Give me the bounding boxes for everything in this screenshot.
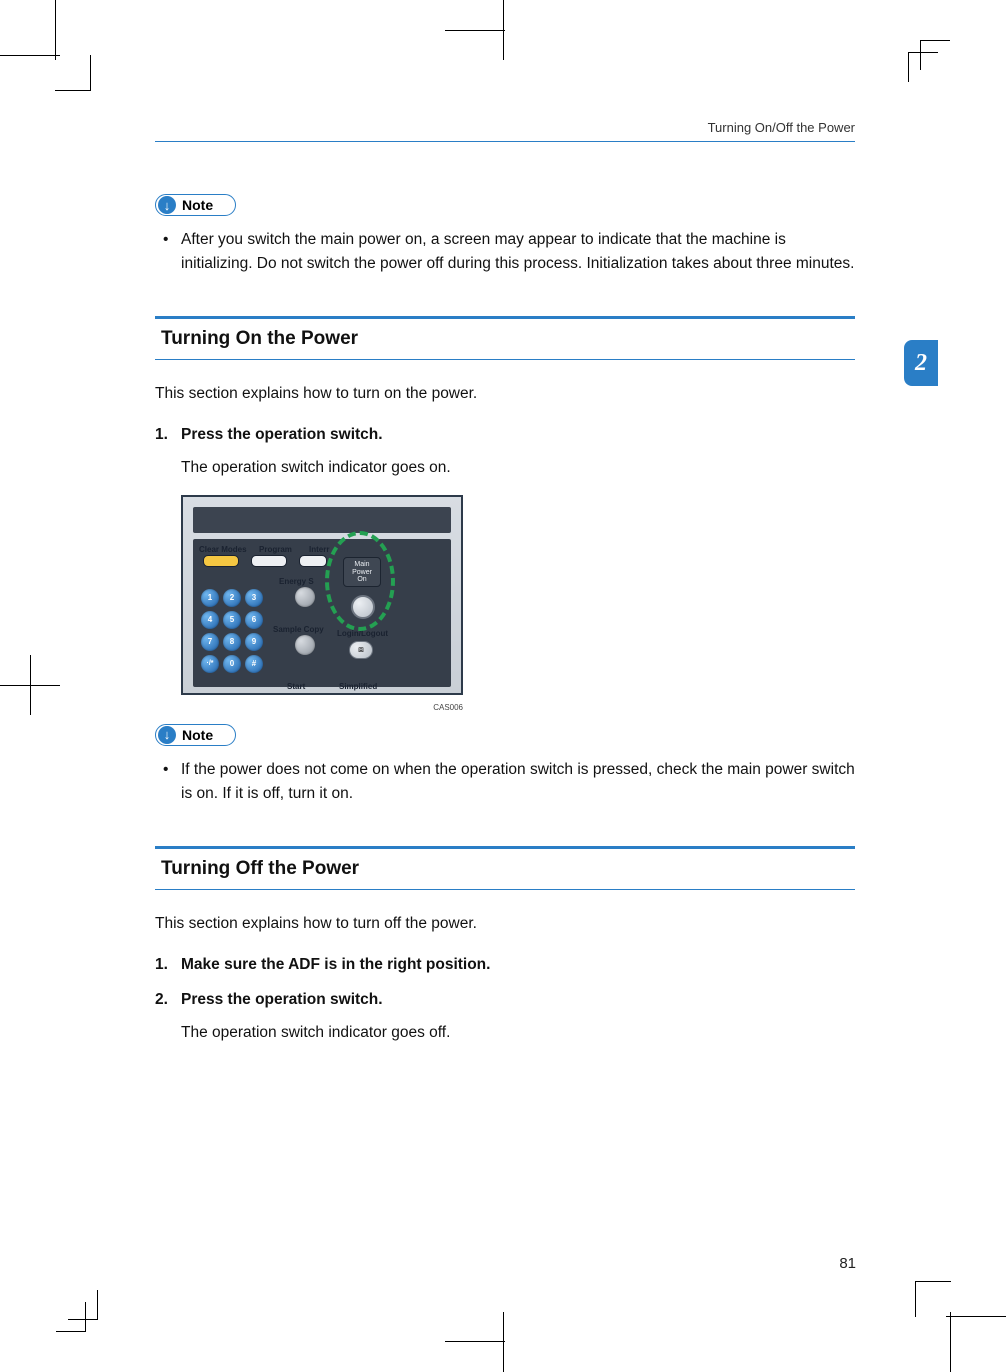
note-list: After you switch the main power on, a sc…	[155, 228, 855, 276]
section-heading-off: Turning Off the Power	[155, 846, 855, 890]
step-subtext: The operation switch indicator goes on.	[181, 456, 855, 481]
crop-mark	[0, 55, 60, 56]
panel-screen	[193, 507, 451, 533]
program-button	[251, 555, 287, 567]
section-intro: This section explains how to turn off th…	[155, 912, 855, 935]
crop-mark	[915, 1281, 951, 1317]
crop-mark	[445, 30, 505, 31]
steps-list: 1. Make sure the ADF is in the right pos…	[155, 953, 855, 1045]
keypad-hash: #	[245, 655, 263, 673]
keypad-7: 7	[201, 633, 219, 651]
step-subtext: The operation switch indicator goes off.	[181, 1021, 855, 1046]
note-list: If the power does not come on when the o…	[155, 758, 855, 806]
step-item: 1. Make sure the ADF is in the right pos…	[181, 953, 855, 978]
crop-mark	[950, 1312, 951, 1372]
keypad-4: 4	[201, 611, 219, 629]
note-arrow-icon: ↓	[158, 196, 176, 214]
page-number: 81	[839, 1255, 856, 1272]
label-start: Start	[287, 682, 305, 691]
crop-mark	[445, 1341, 505, 1342]
keypad-3: 3	[245, 589, 263, 607]
label-program: Program	[259, 545, 292, 554]
keypad-star: ·/*	[201, 655, 219, 673]
crop-mark	[503, 0, 504, 60]
step-item: 1. Press the operation switch. The opera…	[181, 423, 855, 481]
interrupt-button	[299, 555, 327, 567]
crop-mark	[55, 0, 56, 60]
keypad-2: 2	[223, 589, 241, 607]
crop-mark	[908, 52, 938, 82]
note-label: Note	[182, 727, 213, 743]
clear-modes-button	[203, 555, 239, 567]
keypad-6: 6	[245, 611, 263, 629]
crop-mark	[503, 1312, 504, 1372]
note-badge: ↓ Note	[155, 724, 236, 746]
crop-mark	[55, 55, 91, 91]
section-intro: This section explains how to turn on the…	[155, 382, 855, 405]
steps-list: 1. Press the operation switch. The opera…	[155, 423, 855, 481]
highlight-oval-icon	[325, 531, 395, 631]
header-rule	[155, 141, 855, 142]
sample-copy-button	[295, 635, 315, 655]
crop-mark	[946, 1316, 1006, 1317]
note-item: If the power does not come on when the o…	[181, 758, 855, 806]
step-number: 1.	[155, 953, 168, 978]
running-head: Turning On/Off the Power	[155, 120, 855, 135]
step-number: 2.	[155, 988, 168, 1013]
chapter-tab: 2	[904, 340, 938, 386]
label-simplified: Simplified	[339, 682, 377, 691]
note-arrow-icon: ↓	[158, 726, 176, 744]
step-number: 1.	[155, 423, 168, 448]
label-clear-modes: Clear Modes	[199, 545, 247, 554]
step-text: Press the operation switch.	[181, 991, 383, 1008]
label-sample-copy: Sample Copy	[273, 625, 324, 634]
note-badge: ↓ Note	[155, 194, 236, 216]
step-text: Press the operation switch.	[181, 426, 383, 443]
keypad-0: 0	[223, 655, 241, 673]
energy-saver-button	[295, 587, 315, 607]
note-item: After you switch the main power on, a sc…	[181, 228, 855, 276]
keypad-1: 1	[201, 589, 219, 607]
step-text: Make sure the ADF is in the right positi…	[181, 956, 490, 973]
step-item: 2. Press the operation switch. The opera…	[181, 988, 855, 1046]
note-label: Note	[182, 197, 213, 213]
crop-mark	[68, 1290, 98, 1320]
section-heading-on: Turning On the Power	[155, 316, 855, 360]
keypad-8: 8	[223, 633, 241, 651]
label-energy: Energy S	[279, 577, 314, 586]
control-panel-figure: Clear Modes Program Interr Energy S 1 2 …	[181, 495, 463, 695]
label-interrupt: Interr	[309, 545, 329, 554]
crop-mark	[30, 655, 31, 715]
login-logout-button: ⧈	[349, 641, 373, 659]
keypad-5: 5	[223, 611, 241, 629]
keypad-9: 9	[245, 633, 263, 651]
figure-code: CAS006	[181, 703, 463, 712]
